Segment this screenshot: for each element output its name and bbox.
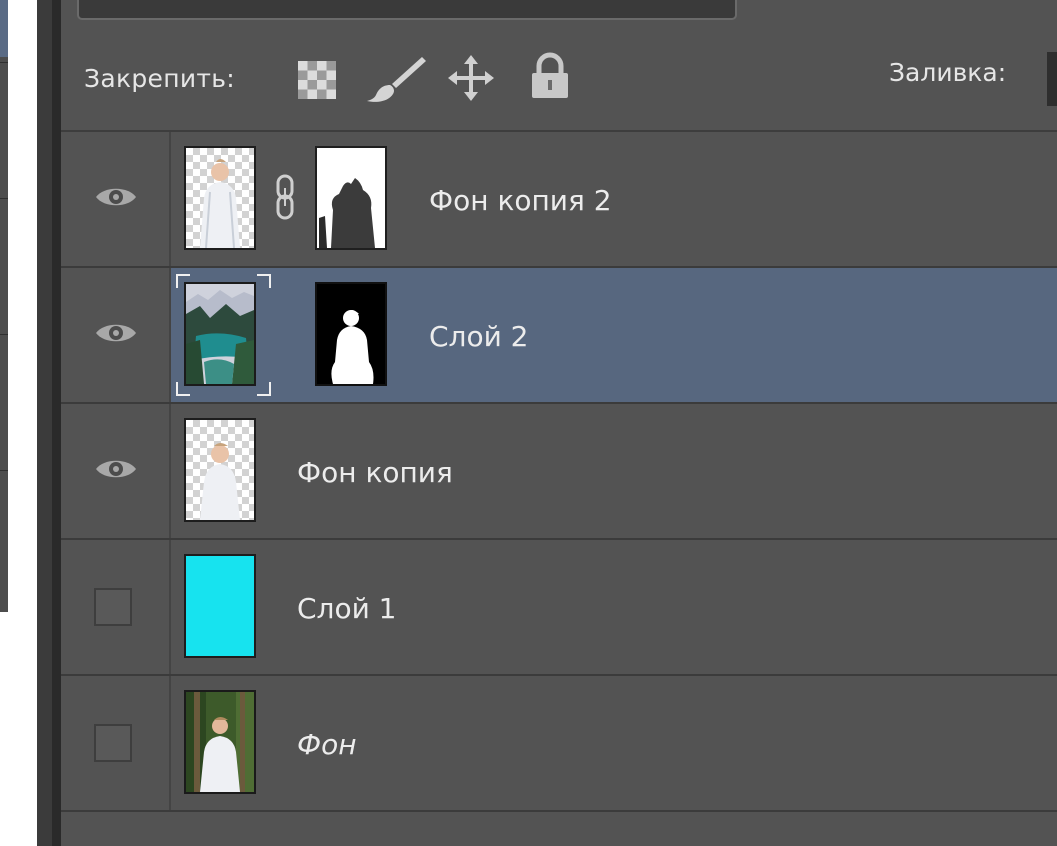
layer-name[interactable]: Фон копия <box>297 456 453 489</box>
eye-icon[interactable] <box>94 182 138 212</box>
layer-mask-thumbnail[interactable] <box>315 146 387 250</box>
visibility-toggle-off[interactable] <box>94 588 132 626</box>
person-forest-photo-icon <box>186 692 254 792</box>
layer-row[interactable]: Фон <box>61 676 1057 812</box>
person-thumbnail-icon <box>200 443 240 520</box>
layer-mask-thumbnail[interactable] <box>315 282 387 386</box>
visibility-column <box>61 132 171 266</box>
layer-row[interactable]: Слой 1 <box>61 540 1057 676</box>
panel-gutter <box>37 0 52 846</box>
left-panel-edge <box>0 0 8 612</box>
layer-name[interactable]: Слой 2 <box>429 320 529 353</box>
person-thumbnail-icon <box>200 159 240 248</box>
eye-icon[interactable] <box>94 318 138 348</box>
lock-label: Закрепить: <box>84 64 236 93</box>
visibility-toggle-off[interactable] <box>94 724 132 762</box>
lake-landscape-icon <box>186 284 254 384</box>
layer-thumbnail[interactable] <box>184 282 256 386</box>
left-divider <box>0 198 8 199</box>
layer-name[interactable]: Слой 1 <box>297 592 397 625</box>
fill-input-edge[interactable] <box>1047 52 1057 106</box>
layer-name[interactable]: Фон <box>297 728 357 761</box>
visibility-column <box>61 404 171 538</box>
visibility-column <box>61 540 171 674</box>
link-chain-icon[interactable] <box>272 172 298 222</box>
eye-icon[interactable] <box>94 454 138 484</box>
layer-row[interactable]: Фон копия <box>61 404 1057 540</box>
lock-position-icon[interactable] <box>447 54 495 102</box>
left-divider <box>0 334 8 335</box>
layers-panel-screenshot: Закрепить: Заливка: Фон копия 2 Слой 2 Ф… <box>0 0 1057 846</box>
filter-field[interactable] <box>77 0 737 20</box>
selection-corner <box>176 274 190 288</box>
selection-corner <box>257 382 271 396</box>
row-divider <box>61 810 1057 812</box>
layer-row[interactable]: Слой 2 <box>61 268 1057 404</box>
visibility-column <box>61 268 171 402</box>
selection-corner <box>257 274 271 288</box>
left-divider <box>0 470 8 471</box>
lock-transparent-pixels-icon[interactable] <box>297 60 337 100</box>
layer-thumbnail[interactable] <box>184 554 256 658</box>
layer-thumbnail[interactable] <box>184 690 256 794</box>
mask-shape-icon <box>331 310 374 384</box>
lock-all-icon[interactable] <box>529 52 571 100</box>
panel-gutter-edge <box>52 0 61 846</box>
layers-panel: Закрепить: Заливка: Фон копия 2 Слой 2 Ф… <box>61 0 1057 846</box>
left-divider <box>0 62 8 63</box>
left-selected-strip <box>0 0 8 57</box>
mask-shape-icon <box>319 178 375 248</box>
layer-thumbnail[interactable] <box>184 146 256 250</box>
layer-name[interactable]: Фон копия 2 <box>429 184 612 217</box>
layer-thumbnail[interactable] <box>184 418 256 522</box>
lock-image-pixels-icon[interactable] <box>366 54 426 104</box>
layer-row[interactable]: Фон копия 2 <box>61 132 1057 268</box>
fill-label: Заливка: <box>889 58 1007 87</box>
visibility-column <box>61 676 171 810</box>
selection-corner <box>176 382 190 396</box>
